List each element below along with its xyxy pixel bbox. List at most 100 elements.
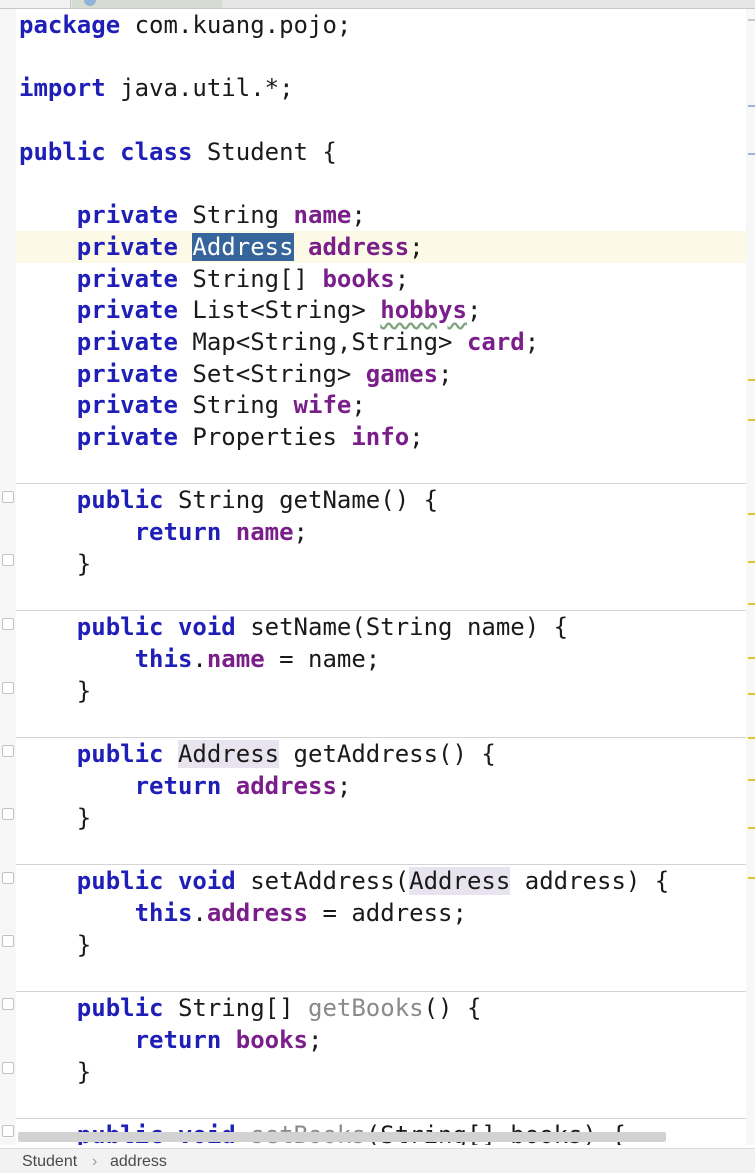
- field-name: address: [235, 772, 337, 800]
- fold-marker-icon[interactable]: [2, 491, 14, 503]
- code-text: ;: [351, 391, 366, 419]
- code-line[interactable]: return name;: [16, 516, 746, 548]
- code-line[interactable]: public void setName(String name) {: [16, 611, 746, 643]
- code-line[interactable]: private String[] books;: [16, 263, 746, 295]
- fold-marker-icon[interactable]: [2, 935, 14, 947]
- code-text: setName(String name) {: [235, 613, 569, 641]
- editor-tab[interactable]: [0, 0, 71, 8]
- fold-marker-icon[interactable]: [2, 998, 14, 1010]
- code-line[interactable]: package com.kuang.pojo;: [16, 9, 746, 41]
- fold-marker-icon[interactable]: [2, 682, 14, 694]
- code-text: () {: [423, 994, 482, 1022]
- code-line[interactable]: return books;: [16, 1024, 746, 1056]
- code-line[interactable]: }: [16, 548, 746, 580]
- breadcrumb-item-class[interactable]: Student: [22, 1149, 77, 1174]
- code-line[interactable]: private String wife;: [16, 389, 746, 421]
- code-text: }: [76, 1058, 92, 1086]
- selected-text[interactable]: Address: [192, 233, 294, 261]
- code-line[interactable]: public String getName() {: [16, 484, 746, 516]
- stripe-marker[interactable]: [748, 379, 755, 381]
- keyword: private: [76, 265, 178, 293]
- code-line[interactable]: return address;: [16, 770, 746, 802]
- code-line[interactable]: private Set<String> games;: [16, 358, 746, 390]
- fold-marker-icon[interactable]: [2, 1125, 14, 1137]
- code-line[interactable]: this.address = address;: [16, 897, 746, 929]
- code-text: }: [76, 804, 92, 832]
- stripe-marker[interactable]: [748, 105, 755, 107]
- stripe-marker[interactable]: [748, 419, 755, 421]
- code-text: Set<String>: [177, 360, 366, 388]
- code-text: String[]: [163, 994, 308, 1022]
- keyword: private: [76, 296, 178, 324]
- stripe-marker[interactable]: [748, 603, 755, 605]
- keyword: public class: [19, 138, 193, 166]
- field-name: games: [365, 360, 439, 388]
- field-name: books: [322, 265, 395, 293]
- stripe-marker[interactable]: [748, 737, 755, 739]
- horizontal-scrollbar[interactable]: [18, 1132, 666, 1142]
- code-line[interactable]: public String[] getBooks() {: [16, 992, 746, 1024]
- stripe-marker[interactable]: [748, 19, 755, 21]
- keyword: this: [134, 899, 193, 927]
- keyword: public: [76, 740, 164, 768]
- field-name: card: [466, 328, 525, 356]
- code-line[interactable]: }: [16, 1056, 746, 1088]
- error-stripe[interactable]: [746, 9, 755, 1145]
- code-text: = name;: [264, 645, 381, 673]
- code-text: String: [177, 391, 294, 419]
- stripe-marker[interactable]: [748, 877, 755, 879]
- field-name: address: [308, 233, 410, 261]
- code-editor[interactable]: package com.kuang.pojo; import java.util…: [16, 9, 746, 1145]
- fold-marker-icon[interactable]: [2, 1062, 14, 1074]
- field-name: wife: [293, 391, 352, 419]
- code-line[interactable]: }: [16, 929, 746, 961]
- keyword: import: [19, 74, 106, 102]
- code-line[interactable]: public class Student {: [16, 136, 746, 168]
- code-line[interactable]: private Map<String,String> card;: [16, 326, 746, 358]
- code-line[interactable]: }: [16, 802, 746, 834]
- code-text: String: [177, 201, 294, 229]
- code-line[interactable]: private Properties info;: [16, 421, 746, 453]
- code-text: setAddress(: [235, 867, 410, 895]
- stripe-marker[interactable]: [748, 827, 755, 829]
- keyword: public: [76, 994, 164, 1022]
- stripe-marker[interactable]: [748, 693, 755, 695]
- code-line[interactable]: public Address getAddress() {: [16, 738, 746, 770]
- field-name: address: [206, 899, 308, 927]
- code-line[interactable]: private List<String> hobbys;: [16, 294, 746, 326]
- breadcrumb-chevron-icon: ›: [92, 1153, 98, 1170]
- keyword: private: [76, 391, 178, 419]
- stripe-marker[interactable]: [748, 779, 755, 781]
- code-text: = address;: [308, 899, 467, 927]
- editor-gutter: [0, 9, 16, 1145]
- code-text: }: [76, 677, 92, 705]
- keyword: private: [76, 328, 178, 356]
- keyword: return: [134, 518, 222, 546]
- code-text: com.kuang.pojo;: [120, 11, 352, 39]
- code-line[interactable]: public void setAddress(Address address) …: [16, 865, 746, 897]
- fold-marker-icon[interactable]: [2, 554, 14, 566]
- stripe-marker[interactable]: [748, 153, 755, 155]
- editor-tab-bar: [0, 0, 755, 9]
- keyword: private: [76, 233, 178, 261]
- code-line[interactable]: import java.util.*;: [16, 72, 746, 104]
- fold-marker-icon[interactable]: [2, 745, 14, 757]
- keyword: private: [76, 360, 178, 388]
- code-line[interactable]: }: [16, 675, 746, 707]
- fold-marker-icon[interactable]: [2, 872, 14, 884]
- code-line[interactable]: this.name = name;: [16, 643, 746, 675]
- stripe-marker[interactable]: [748, 513, 755, 515]
- stripe-marker[interactable]: [748, 561, 755, 563]
- keyword: this: [134, 645, 193, 673]
- code-line-current[interactable]: private Address address;: [16, 231, 746, 263]
- code-text: String getName() {: [163, 486, 439, 514]
- field-name: name: [293, 201, 352, 229]
- fold-marker-icon[interactable]: [2, 618, 14, 630]
- code-line[interactable]: private String name;: [16, 199, 746, 231]
- usage-highlight: Address: [409, 867, 511, 895]
- code-text: ;: [394, 265, 410, 293]
- fold-marker-icon[interactable]: [2, 808, 14, 820]
- stripe-marker[interactable]: [748, 657, 755, 659]
- field-name: name: [235, 518, 294, 546]
- breadcrumb-item-field[interactable]: address: [110, 1149, 167, 1174]
